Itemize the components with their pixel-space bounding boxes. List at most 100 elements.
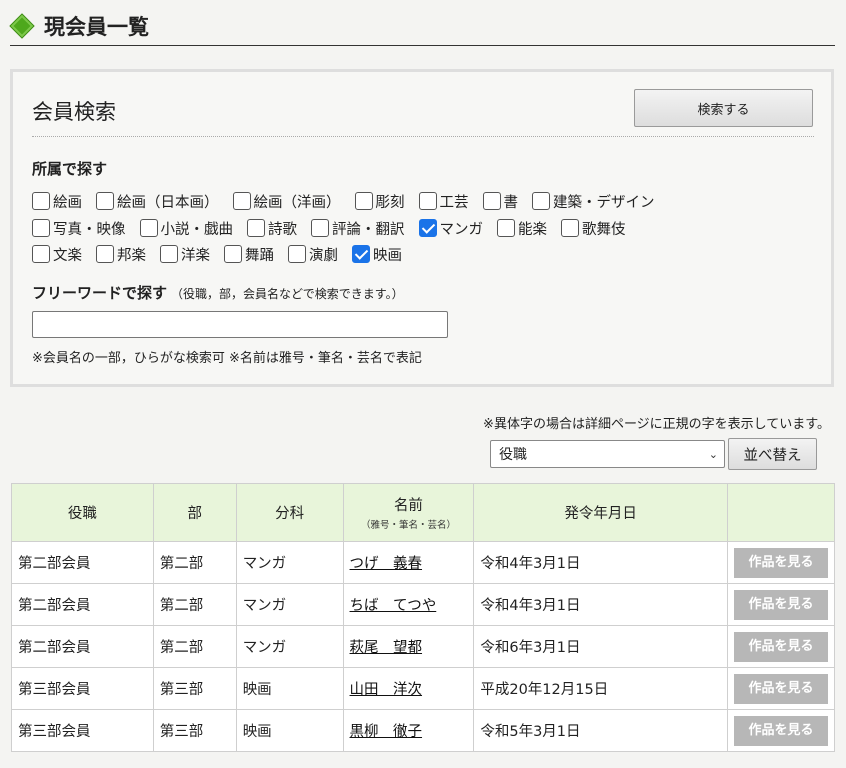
member-name-link[interactable]: 山田 洋次: [350, 682, 423, 698]
search-hint: ※会員名の一部，ひらがな検索可 ※名前は雅号・筆名・芸名で表記: [32, 351, 422, 366]
checkbox-unchecked[interactable]: [32, 245, 50, 263]
header-dept: 部: [152, 483, 237, 542]
filter-checkbox[interactable]: 詩歌: [247, 218, 297, 239]
view-works-button[interactable]: 作品を見る: [733, 589, 828, 620]
table-header-row: 役職 部 分科 名前 （雅号・筆名・芸名） 発令年月日: [11, 483, 836, 542]
checkbox-unchecked[interactable]: [32, 219, 50, 237]
checkbox-unchecked[interactable]: [247, 219, 265, 237]
checkbox-unchecked[interactable]: [354, 192, 373, 210]
checkbox-label: マンガ: [439, 221, 484, 238]
member-name-link[interactable]: 黒柳 徹子: [350, 724, 423, 740]
search-button[interactable]: 検索する: [634, 89, 813, 127]
view-works-button[interactable]: 作品を見る: [733, 673, 828, 704]
cell-branch: 映画: [235, 709, 344, 752]
freeword-label: フリーワードで探す: [32, 284, 168, 302]
header-date: 発令年月日: [473, 483, 728, 542]
checkbox-label: 評論・翻訳: [332, 221, 405, 238]
cell-dept: 第三部: [152, 709, 237, 752]
diamond-icon: [10, 14, 34, 37]
checkbox-unchecked[interactable]: [224, 245, 242, 263]
member-name-link[interactable]: つげ 義春: [350, 556, 423, 572]
view-works-button[interactable]: 作品を見る: [733, 715, 828, 746]
checkbox-unchecked[interactable]: [561, 219, 579, 237]
checkbox-unchecked[interactable]: [96, 245, 114, 263]
checkbox-unchecked[interactable]: [482, 192, 501, 210]
checkbox-unchecked[interactable]: [139, 219, 158, 237]
table-row: 第二部会員 第二部 マンガ 萩尾 望都 令和6年3月1日 作品を見る: [11, 625, 836, 668]
checkbox-row: 絵画 絵画（日本画） 絵画（洋画） 彫刻 工芸 書 建築・デザイン: [32, 190, 669, 212]
view-works-button[interactable]: 作品を見る: [733, 547, 828, 578]
member-name-link[interactable]: ちば てつや: [350, 598, 437, 614]
filter-checkbox[interactable]: 映画: [352, 244, 402, 265]
checkbox-label: 建築・デザイン: [553, 194, 655, 211]
checkbox-unchecked[interactable]: [32, 192, 50, 210]
checkbox-unchecked[interactable]: [160, 245, 178, 263]
cell-name: 山田 洋次: [342, 667, 475, 710]
members-table: 役職 部 分科 名前 （雅号・筆名・芸名） 発令年月日 第二部会員 第二部 マンガつ…: [11, 483, 836, 752]
cell-name: ちば てつや: [342, 583, 475, 626]
header-branch: 分科: [235, 483, 344, 542]
filter-checkbox[interactable]: 絵画（日本画）: [96, 191, 219, 212]
filter-checkbox[interactable]: マンガ: [418, 218, 484, 239]
cell-branch: マンガ: [235, 541, 344, 584]
cell-name: つげ 義春: [342, 541, 475, 584]
filter-checkbox[interactable]: 絵画: [32, 191, 82, 212]
checkbox-unchecked[interactable]: [288, 245, 306, 263]
checkbox-label: 歌舞伎: [582, 221, 626, 238]
header-action: [726, 483, 836, 542]
filter-checkbox[interactable]: 歌舞伎: [561, 218, 626, 239]
cell-role: 第二部会員: [11, 583, 154, 626]
table-row: 第三部会員 第三部 映画 山田 洋次 平成20年12月15日 作品を見る: [11, 667, 836, 710]
filter-checkbox[interactable]: 写真・映像: [32, 218, 126, 239]
filter-checkbox[interactable]: 書: [482, 191, 518, 212]
filter-checkbox[interactable]: 能楽: [497, 218, 547, 239]
sort-button[interactable]: 並べ替え: [728, 438, 817, 470]
filter-checkbox[interactable]: 文楽: [32, 244, 82, 265]
freeword-input[interactable]: [32, 311, 448, 338]
cell-role: 第三部会員: [11, 667, 154, 710]
header-name: 名前 （雅号・筆名・芸名）: [342, 483, 475, 542]
cell-dept: 第二部: [152, 583, 237, 626]
member-name-link[interactable]: 萩尾 望都: [350, 640, 423, 656]
checkbox-checked[interactable]: [352, 245, 370, 263]
checkbox-label: 彫刻: [375, 194, 405, 211]
checkbox-label: 工芸: [439, 194, 469, 211]
filter-checkbox[interactable]: 評論・翻訳: [311, 218, 405, 239]
checkbox-unchecked[interactable]: [232, 192, 251, 210]
checkbox-unchecked[interactable]: [418, 192, 437, 210]
cell-date: 令和6年3月1日: [473, 625, 728, 668]
checkbox-row: 文楽 邦楽 洋楽 舞踊 演劇 映画: [32, 243, 416, 265]
filter-checkbox[interactable]: 絵画（洋画）: [232, 191, 341, 212]
filter-checkbox[interactable]: 舞踊: [224, 244, 274, 265]
checkbox-label: 洋楽: [181, 247, 210, 264]
checkbox-unchecked[interactable]: [497, 219, 515, 237]
header-role: 役職: [11, 483, 154, 542]
view-works-button[interactable]: 作品を見る: [733, 631, 828, 662]
cell-role: 第二部会員: [11, 625, 154, 668]
table-row: 第三部会員 第三部 映画 黒柳 徹子 令和5年3月1日 作品を見る: [11, 709, 836, 752]
cell-branch: 映画: [235, 667, 344, 710]
checkbox-label: 絵画（日本画）: [117, 194, 219, 211]
filter-checkbox[interactable]: 彫刻: [354, 191, 405, 212]
filter-checkbox[interactable]: 小説・戯曲: [139, 218, 233, 239]
filter-checkbox[interactable]: 邦楽: [96, 244, 146, 265]
sort-select[interactable]: 役職 ⌄: [490, 440, 725, 468]
filter-checkbox[interactable]: 演劇: [288, 244, 338, 265]
cell-action: 作品を見る: [726, 625, 836, 668]
cell-date: 令和4年3月1日: [473, 583, 728, 626]
cell-name: 黒柳 徹子: [342, 709, 475, 752]
cell-dept: 第三部: [152, 667, 237, 710]
checkbox-checked[interactable]: [418, 219, 437, 237]
checkbox-unchecked[interactable]: [96, 192, 114, 210]
header-name-label: 名前: [393, 498, 423, 514]
filter-checkbox[interactable]: 工芸: [418, 191, 469, 212]
cell-role: 第三部会員: [11, 709, 154, 752]
cell-branch: マンガ: [235, 583, 344, 626]
filter-checkbox[interactable]: 洋楽: [160, 244, 210, 265]
cell-date: 令和4年3月1日: [473, 541, 728, 584]
checkbox-unchecked[interactable]: [311, 219, 329, 237]
checkbox-unchecked[interactable]: [532, 192, 550, 210]
checkbox-label: 写真・映像: [53, 221, 126, 238]
filter-checkbox[interactable]: 建築・デザイン: [532, 191, 655, 212]
chevron-down-icon: ⌄: [708, 447, 718, 461]
